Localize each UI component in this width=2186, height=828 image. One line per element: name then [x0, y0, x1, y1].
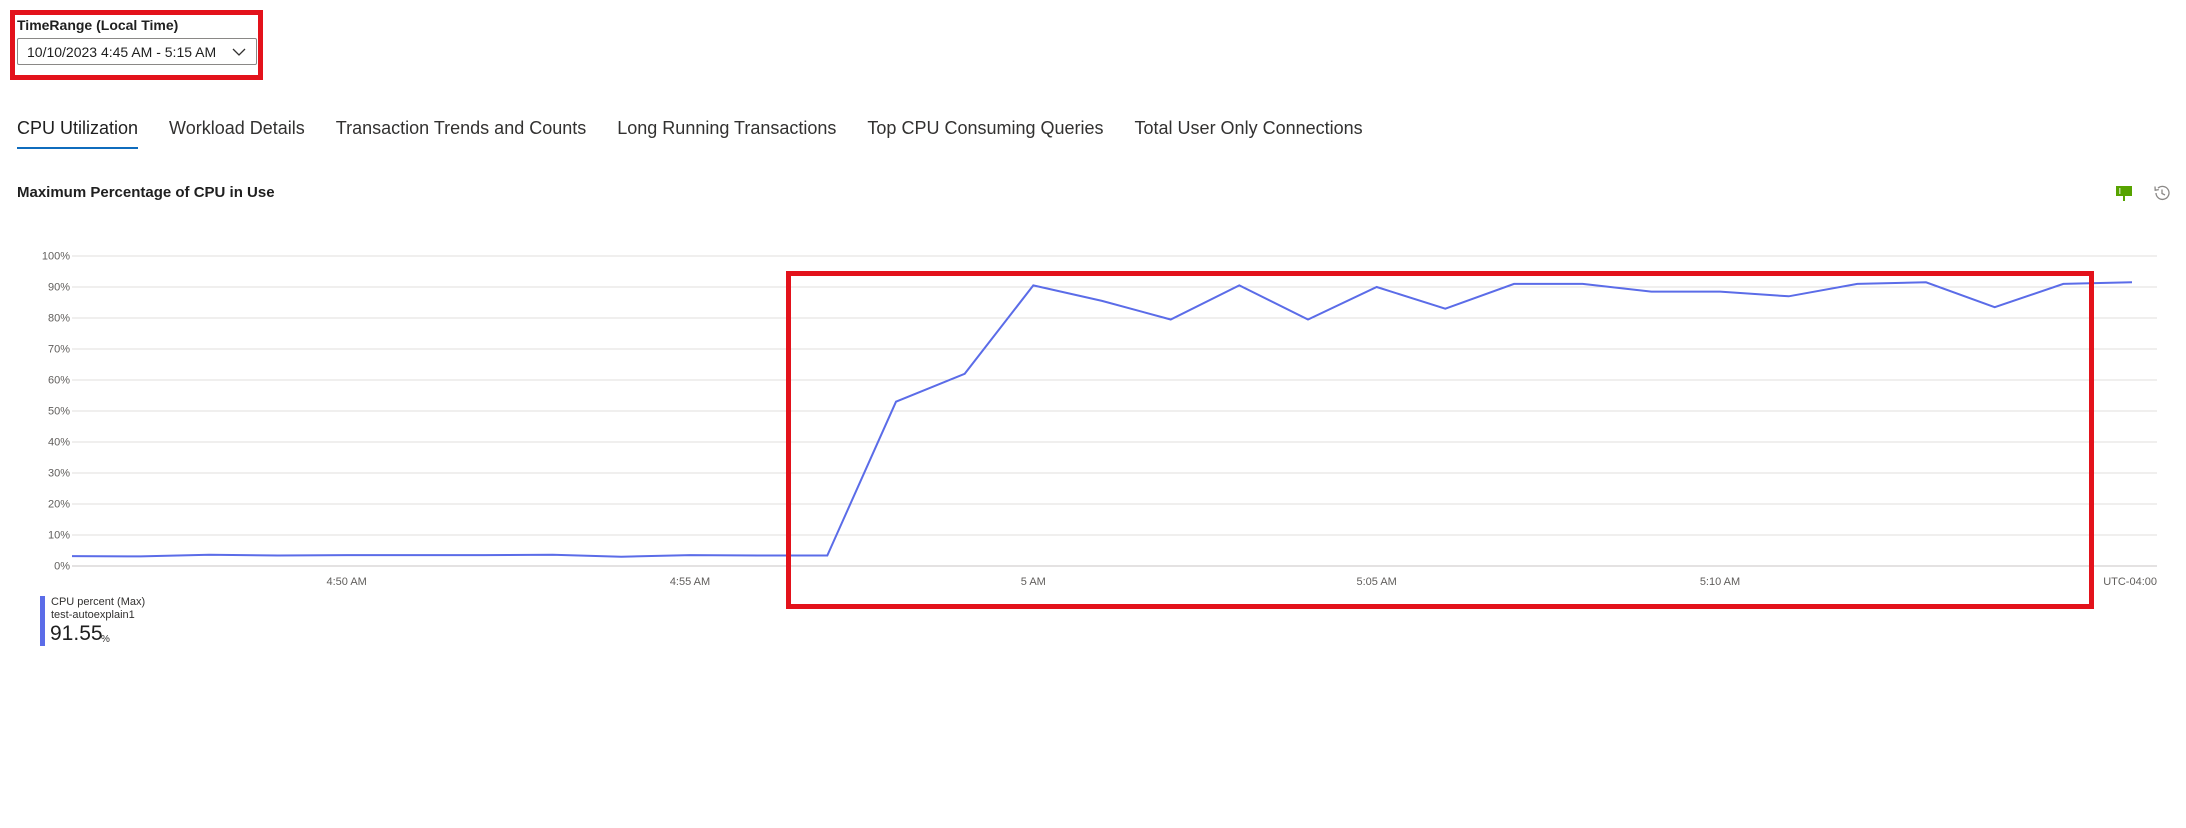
legend-summary-value: 91.55: [50, 622, 103, 645]
y-tick-label: 80%: [48, 313, 70, 325]
legend-summary-unit: %: [101, 634, 110, 645]
legend-series-name[interactable]: CPU percent (Max): [51, 596, 145, 608]
x-tick-label: 5:10 AM: [1700, 576, 1740, 588]
y-tick-label: 90%: [48, 282, 70, 294]
x-tick-label: 5:05 AM: [1356, 576, 1396, 588]
y-tick-label: 100%: [42, 251, 70, 263]
y-tick-label: 50%: [48, 406, 70, 418]
y-tick-label: 10%: [48, 530, 70, 542]
y-tick-label: 60%: [48, 375, 70, 387]
x-tick-label: 4:55 AM: [670, 576, 710, 588]
y-tick-label: 70%: [48, 344, 70, 356]
legend-swatch: [40, 596, 45, 646]
x-tick-label: 4:50 AM: [326, 576, 366, 588]
timezone-label: UTC-04:00: [2103, 576, 2157, 588]
y-tick-label: 40%: [48, 437, 70, 449]
y-tick-label: 0%: [54, 561, 70, 573]
y-tick-label: 20%: [48, 499, 70, 511]
x-tick-label: 5 AM: [1021, 576, 1046, 588]
series-line-cpu-percent: [71, 281, 2133, 558]
y-tick-label: 30%: [48, 468, 70, 480]
cpu-line-chart: 0% 10% 20% 30% 40% 50% 60% 70% 80% 90% 100% 4:50 AM…: [42, 251, 2157, 588]
legend-resource-name: test-autoexplain1: [51, 609, 135, 621]
